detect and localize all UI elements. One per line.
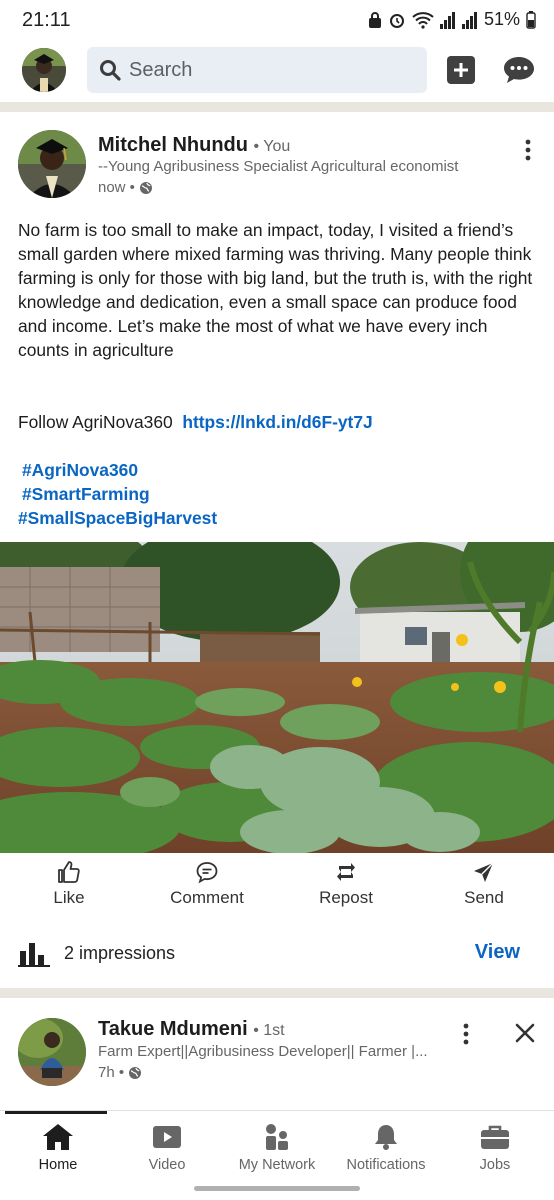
post2-author-name-text: Takue Mdumeni (98, 1018, 248, 1040)
status-icons: 51% (368, 9, 536, 30)
nav-video[interactable]: Video (112, 1123, 222, 1173)
messaging-icon (504, 57, 534, 83)
nav-home[interactable]: Home (3, 1123, 113, 1173)
post2-dismiss-button[interactable] (514, 1022, 536, 1044)
nav-notifications-label: Notifications (346, 1157, 426, 1173)
status-time: 21:11 (22, 9, 71, 31)
send-icon (474, 862, 494, 882)
follow-text: Follow AgriNova360 (18, 412, 173, 432)
post-body: No farm is too small to make an impact, … (18, 218, 540, 530)
feed-divider (0, 988, 554, 998)
send-button[interactable]: Send (429, 860, 539, 908)
post2-author-name[interactable]: Takue Mdumeni • 1st (98, 1018, 285, 1041)
comment-button[interactable]: Comment (152, 860, 262, 908)
author-name[interactable]: Mitchel Nhundu • You (98, 134, 290, 157)
search-icon (100, 60, 121, 81)
comment-label: Comment (170, 888, 244, 907)
view-analytics-link[interactable]: View (475, 941, 520, 964)
post2-timestamp: 7h • (98, 1064, 142, 1081)
briefcase-icon (481, 1125, 509, 1149)
comment-icon (196, 862, 218, 884)
impressions-row: 2 impressions View (0, 935, 554, 975)
analytics-icon (18, 943, 50, 967)
garden-photo (0, 542, 554, 853)
like-icon (58, 861, 80, 883)
avatar[interactable] (22, 48, 66, 92)
nav-my-network-label: My Network (238, 1157, 316, 1173)
signal-icon (461, 11, 477, 29)
post-image[interactable] (0, 542, 554, 853)
network-icon (266, 1124, 288, 1150)
globe-icon (129, 1066, 142, 1079)
nav-jobs-label: Jobs (479, 1157, 511, 1173)
top-bar (0, 40, 554, 102)
nav-my-network[interactable]: My Network (222, 1123, 332, 1173)
create-post-button[interactable] (447, 56, 475, 84)
messaging-button[interactable] (503, 56, 535, 84)
nav-home-label: Home (38, 1157, 78, 1173)
post2-author-headline: Farm Expert||Agribusiness Developer|| Fa… (98, 1043, 428, 1060)
home-indicator (194, 1186, 360, 1191)
post-actions: Like Comment Repost Send (0, 860, 554, 920)
alarm-icon (389, 13, 404, 28)
post2-author-avatar[interactable] (18, 1018, 86, 1086)
battery-percent: 51% (483, 9, 520, 29)
send-label: Send (464, 888, 504, 907)
connection-degree: • You (253, 138, 291, 155)
post-timestamp: now • (98, 179, 153, 196)
hashtag-smallspacebigharvest[interactable]: #SmallSpaceBigHarvest (18, 506, 540, 530)
author-name-text: Mitchel Nhundu (98, 134, 248, 156)
like-label: Like (53, 888, 85, 907)
post-more-button[interactable] (524, 138, 532, 162)
more-vertical-icon (525, 139, 531, 161)
author-headline: --Young Agribusiness Specialist Agricult… (98, 158, 459, 175)
repost-label: Repost (319, 888, 373, 907)
globe-icon (139, 181, 152, 194)
nav-notifications[interactable]: Notifications (331, 1123, 441, 1173)
post-time-text: now • (98, 179, 135, 196)
post-link[interactable]: https://lnkd.in/d6F-yt7J (182, 412, 372, 432)
repost-icon (337, 863, 355, 881)
nav-jobs[interactable]: Jobs (440, 1123, 550, 1173)
avatar-photo (22, 48, 66, 92)
author-photo (18, 130, 86, 198)
repost-button[interactable]: Repost (291, 860, 401, 908)
bell-icon (375, 1125, 397, 1150)
follow-line: Follow AgriNova360 https://lnkd.in/d6F-y… (18, 410, 540, 434)
post2-connection-degree: • 1st (253, 1022, 285, 1039)
post2-more-button[interactable] (462, 1022, 470, 1046)
more-vertical-icon (463, 1023, 469, 1045)
status-bar: 21:11 51% (0, 0, 554, 40)
signal-icon (439, 11, 455, 29)
nav-active-indicator (5, 1111, 107, 1114)
nav-video-label: Video (148, 1157, 186, 1173)
post2-time-text: 7h • (98, 1064, 125, 1081)
home-icon (43, 1124, 73, 1150)
lock-icon (368, 11, 381, 28)
plus-icon (454, 63, 468, 77)
video-icon (153, 1126, 181, 1148)
battery-icon (526, 10, 536, 29)
wifi-icon (412, 11, 434, 29)
post2-author-photo (18, 1018, 86, 1086)
search-input[interactable] (129, 58, 409, 82)
feed-divider (0, 102, 554, 112)
like-button[interactable]: Like (14, 860, 124, 908)
impressions-count: 2 impressions (64, 943, 176, 963)
post-text: No farm is too small to make an impact, … (18, 220, 533, 360)
hashtag-smartfarming[interactable]: #SmartFarming (18, 482, 540, 506)
author-avatar[interactable] (18, 130, 86, 198)
search-bar[interactable] (87, 47, 427, 93)
hashtag-agrinova360[interactable]: #AgriNova360 (18, 458, 540, 482)
close-icon (515, 1023, 535, 1043)
